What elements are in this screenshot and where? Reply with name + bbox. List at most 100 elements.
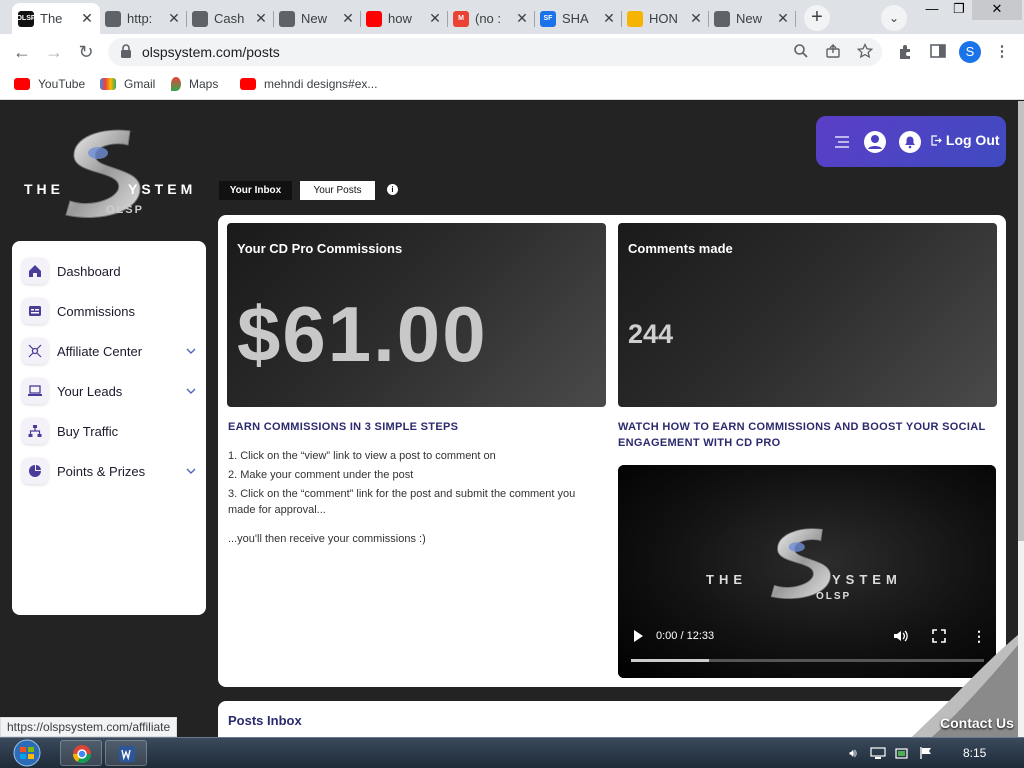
tab-close-icon[interactable]: ✕ (689, 10, 703, 27)
word-icon (119, 746, 135, 762)
home-icon (22, 258, 48, 284)
side-panel-icon[interactable] (928, 42, 948, 62)
tab-close-icon[interactable]: ✕ (80, 10, 94, 27)
page-scrollbar[interactable] (1018, 101, 1024, 737)
tab-your-inbox[interactable]: Your Inbox (219, 181, 292, 200)
new-tab-button[interactable]: + (804, 5, 830, 31)
sidebar-item-label: Your Leads (57, 383, 123, 399)
posts-inbox-title: Posts Inbox (228, 713, 302, 728)
video-time: 0:00 / 12:33 (656, 630, 715, 642)
browser-tab[interactable]: how ✕ (360, 3, 448, 34)
menu-kebab-icon[interactable]: ⋮ (992, 42, 1012, 62)
volume-icon[interactable] (893, 629, 909, 648)
step-item: 3. Click on the “comment” link for the p… (228, 488, 576, 516)
step-item: 2. Make your comment under the post (228, 469, 414, 481)
maps-pin-icon (171, 77, 181, 91)
browser-toolbar: ← → ↻ olspsystem.com/posts S ⋮ (0, 34, 1024, 70)
logo-word-bottom: OLSP (106, 204, 144, 216)
comments-value: 244 (628, 319, 674, 349)
comments-card: Comments made 244 (618, 223, 997, 407)
sidebar-item-label: Points & Prizes (57, 463, 146, 479)
tab-close-icon[interactable]: ✕ (428, 10, 442, 27)
action-center-flag-icon[interactable] (918, 746, 934, 760)
video-word-left: THE (706, 572, 747, 587)
sidebar-item-your-leads[interactable]: Your Leads (22, 376, 198, 406)
restore-button[interactable]: ❐ (946, 0, 972, 20)
bookmarks-bar: YouTube Gmail Maps mehndi designs#ex... (0, 70, 1024, 100)
taskbar-word[interactable] (105, 740, 147, 766)
bookmark-youtube[interactable]: YouTube (14, 77, 85, 91)
sidebar-item-affiliate-center[interactable]: Affiliate Center (22, 336, 198, 366)
window-close-button[interactable]: ✕ (972, 0, 1022, 20)
site-logo[interactable]: THE YSTEM OLSP (24, 127, 196, 223)
sidebar-item-points-prizes[interactable]: Points & Prizes (22, 456, 198, 486)
user-profile-icon[interactable] (863, 130, 887, 154)
speaker-icon[interactable]: 🔊︎ (845, 746, 861, 760)
address-bar[interactable]: olspsystem.com/posts (108, 38, 882, 66)
scrollbar-thumb[interactable] (1018, 101, 1024, 541)
play-icon[interactable] (632, 629, 644, 648)
tab-favicon-icon (192, 10, 208, 27)
zoom-icon[interactable] (792, 43, 810, 61)
video-word-right: YSTEM (832, 572, 902, 587)
menu-lines-icon[interactable] (832, 130, 856, 154)
steps-heading: EARN COMMISSIONS IN 3 SIMPLE STEPS (228, 421, 459, 433)
tab-close-icon[interactable]: ✕ (515, 10, 529, 27)
browser-tab[interactable]: M (no : ✕ (447, 3, 535, 34)
forward-button[interactable]: → (41, 39, 67, 65)
tab-close-icon[interactable]: ✕ (776, 10, 790, 27)
power-icon[interactable] (894, 746, 910, 760)
tab-your-posts[interactable]: Your Posts (300, 181, 375, 200)
chrome-icon (73, 745, 91, 764)
lock-icon (120, 44, 136, 60)
taskbar-chrome[interactable] (60, 740, 102, 766)
share-icon[interactable] (824, 43, 842, 61)
extensions-icon[interactable] (896, 42, 916, 62)
youtube-icon (240, 78, 256, 90)
browser-tab[interactable]: New ✕ (708, 3, 796, 34)
minimize-button[interactable]: — (919, 0, 945, 20)
back-button[interactable]: ← (9, 39, 35, 65)
tab-close-icon[interactable]: ✕ (254, 10, 268, 27)
tab-title: Cash (214, 11, 245, 26)
bookmark-maps[interactable]: Maps (171, 77, 218, 91)
commissions-value: $61.00 (237, 290, 488, 378)
browser-tab[interactable]: SF SHA ✕ (534, 3, 622, 34)
tab-title: New (301, 11, 328, 26)
chevron-down-icon[interactable] (186, 386, 198, 397)
sidebar-item-buy-traffic[interactable]: Buy Traffic (22, 416, 198, 446)
profile-avatar[interactable]: S (959, 41, 981, 63)
sidebar-item-commissions[interactable]: Commissions (22, 296, 198, 326)
bookmark-mehndi[interactable]: mehndi designs#ex... (240, 77, 377, 91)
reload-button[interactable]: ↻ (73, 39, 99, 65)
tab-title: how (388, 11, 412, 26)
network-icon[interactable] (870, 746, 886, 760)
notification-bell-icon[interactable] (898, 130, 922, 154)
tab-close-icon[interactable]: ✕ (167, 10, 181, 27)
browser-tab[interactable]: HON ✕ (621, 3, 709, 34)
logout-button[interactable]: Log Out (931, 132, 1000, 148)
windows-start-icon[interactable] (8, 738, 46, 768)
chevron-down-icon[interactable] (186, 466, 198, 477)
tab-search-button[interactable]: ⌄ (881, 5, 907, 31)
bookmark-gmail[interactable]: Gmail (100, 77, 155, 91)
sidebar-item-label: Commissions (57, 303, 136, 319)
contact-us-link[interactable]: Contact Us (940, 715, 1014, 731)
video-word-bottom: OLSP (816, 591, 852, 602)
browser-tab[interactable]: http: ✕ (99, 3, 187, 34)
info-icon[interactable]: i (387, 184, 398, 195)
bookmark-label: Gmail (124, 77, 156, 91)
tab-title: The (40, 11, 63, 26)
chevron-down-icon[interactable] (186, 346, 198, 357)
sidebar-item-dashboard[interactable]: Dashboard (22, 256, 198, 286)
browser-tab[interactable]: New ✕ (273, 3, 361, 34)
logout-icon (931, 135, 942, 146)
browser-tab[interactable]: Cash ✕ (186, 3, 274, 34)
top-action-bar: Log Out (816, 116, 1006, 167)
tab-close-icon[interactable]: ✕ (341, 10, 355, 27)
tab-close-icon[interactable]: ✕ (602, 10, 616, 27)
tab-title: HON (649, 11, 678, 26)
tab-favicon-icon (714, 10, 730, 27)
browser-tab[interactable]: OLSP The ✕ (12, 3, 100, 34)
bookmark-star-icon[interactable] (856, 42, 874, 61)
